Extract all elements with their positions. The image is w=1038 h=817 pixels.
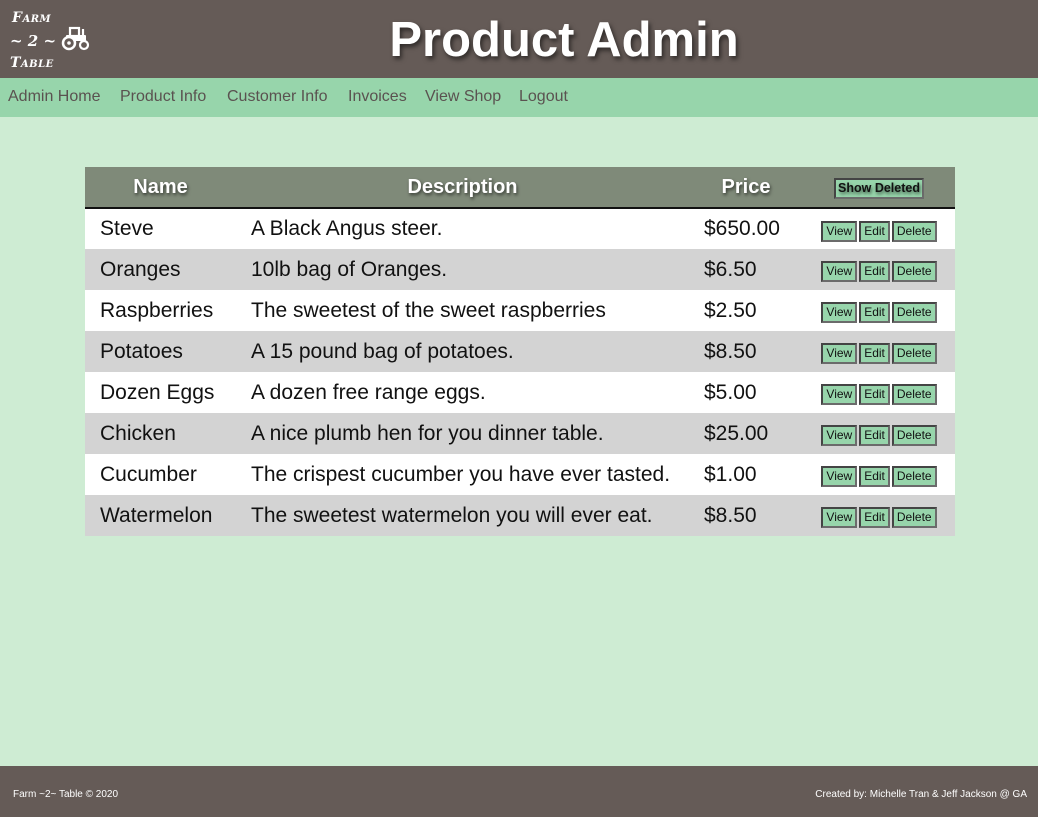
product-price: $1.00	[704, 462, 757, 486]
product-price: $2.50	[704, 298, 757, 322]
edit-button[interactable]: Edit	[859, 343, 890, 364]
edit-button[interactable]: Edit	[859, 220, 890, 242]
view-button[interactable]: View	[821, 384, 858, 405]
row-actions: View Edit Delete	[803, 290, 955, 331]
table-row: Cucumber The crispest cucumber you have …	[85, 454, 955, 495]
table-row: Potatoes A 15 pound bag of potatoes. $8.…	[85, 331, 955, 372]
product-price: $8.50	[704, 503, 757, 527]
product-table-container: Name Description Price Show Deleted Stev…	[85, 167, 955, 536]
product-price: $25.00	[704, 421, 769, 445]
product-name: Cucumber	[100, 462, 197, 486]
product-description: A Black Angus steer.	[251, 217, 443, 240]
delete-button[interactable]: Delete	[891, 220, 937, 242]
product-description: The crispest cucumber you have ever tast…	[251, 462, 671, 486]
edit-button[interactable]: Edit	[859, 384, 890, 405]
page-title: Product Admin	[389, 13, 739, 67]
view-button[interactable]: View	[821, 261, 858, 282]
delete-button[interactable]: Delete	[891, 343, 937, 364]
nav-view-shop[interactable]: View Shop	[425, 88, 501, 106]
product-description: A 15 pound bag of potatoes.	[251, 339, 514, 363]
row-actions: View Edit Delete	[803, 495, 955, 536]
delete-button[interactable]: Delete	[891, 384, 937, 405]
table-row: Oranges 10lb bag of Oranges. $6.50 View E…	[85, 249, 955, 290]
product-price: $6.50	[704, 257, 757, 281]
view-button[interactable]: View	[821, 343, 858, 364]
product-name: Oranges	[100, 257, 181, 281]
show-deleted-button[interactable]: Show Deleted	[834, 178, 924, 199]
delete-button[interactable]: Delete	[891, 507, 937, 528]
product-description: The sweetest watermelon you will ever ea…	[251, 503, 653, 527]
edit-button[interactable]: Edit	[859, 302, 890, 323]
site-header: Farm ~ 2 ~ Table Product Admin	[0, 0, 1038, 78]
nav-admin-home[interactable]: Admin Home	[8, 88, 100, 106]
delete-button[interactable]: Delete	[891, 466, 937, 487]
row-actions: View Edit Delete	[803, 413, 955, 454]
site-footer: Farm ~2~ Table © 2020 Created by: Michel…	[0, 766, 1038, 817]
view-button[interactable]: View	[821, 507, 858, 528]
view-button[interactable]: View	[821, 425, 858, 446]
column-header-description: Description	[407, 175, 518, 198]
nav-invoices[interactable]: Invoices	[348, 88, 407, 106]
edit-button[interactable]: Edit	[859, 507, 890, 528]
product-price: $8.50	[704, 339, 757, 363]
product-description: A nice plumb hen for you dinner table.	[251, 421, 604, 445]
product-name: Chicken	[100, 421, 176, 445]
table-row: Watermelon The sweetest watermelon you w…	[85, 495, 955, 536]
nav-customer-info[interactable]: Customer Info	[227, 88, 327, 106]
row-actions: View Edit Delete	[803, 331, 955, 372]
table-row: Chicken A nice plumb hen for you dinner …	[85, 413, 955, 454]
product-table: Name Description Price Show Deleted Stev…	[85, 167, 955, 536]
column-header-name: Name	[133, 175, 188, 198]
footer-credits: Created by: Michelle Tran & Jeff Jackson…	[815, 789, 1027, 800]
table-row: Steve A Black Angus steer. $650.00 View E…	[85, 208, 955, 249]
product-name: Potatoes	[100, 339, 183, 363]
main-nav: Admin Home Product Info Customer Info In…	[0, 78, 1038, 117]
row-actions: View Edit Delete	[803, 208, 955, 249]
view-button[interactable]: View	[821, 220, 858, 242]
table-row: Dozen Eggs A dozen free range eggs. $5.0…	[85, 372, 955, 413]
product-name: Watermelon	[100, 503, 213, 527]
product-name: Raspberries	[100, 298, 214, 322]
table-row: Raspberries The sweetest of the sweet ra…	[85, 290, 955, 331]
product-description: The sweetest of the sweet raspberries	[251, 298, 606, 322]
nav-product-info[interactable]: Product Info	[120, 88, 206, 106]
view-button[interactable]: View	[821, 466, 858, 487]
product-name: Dozen Eggs	[100, 380, 215, 404]
row-actions: View Edit Delete	[803, 454, 955, 495]
row-actions: View Edit Delete	[803, 249, 955, 290]
column-header-actions: Show Deleted	[803, 167, 955, 208]
column-header-price: Price	[721, 175, 771, 198]
nav-logout[interactable]: Logout	[519, 88, 568, 106]
delete-button[interactable]: Delete	[891, 425, 937, 446]
edit-button[interactable]: Edit	[859, 261, 890, 282]
table-header-row: Name Description Price Show Deleted	[85, 167, 955, 208]
row-actions: View Edit Delete	[803, 372, 955, 413]
product-price: $5.00	[704, 380, 757, 404]
view-button[interactable]: View	[821, 302, 858, 323]
edit-button[interactable]: Edit	[859, 425, 890, 446]
edit-button[interactable]: Edit	[859, 466, 890, 487]
product-price: $650.00	[704, 217, 780, 240]
delete-button[interactable]: Delete	[891, 261, 937, 282]
product-description: A dozen free range eggs.	[251, 380, 486, 404]
delete-button[interactable]: Delete	[891, 302, 937, 323]
product-description: 10lb bag of Oranges.	[251, 257, 448, 281]
product-name: Steve	[100, 217, 154, 240]
footer-copyright: Farm ~2~ Table © 2020	[13, 789, 119, 800]
